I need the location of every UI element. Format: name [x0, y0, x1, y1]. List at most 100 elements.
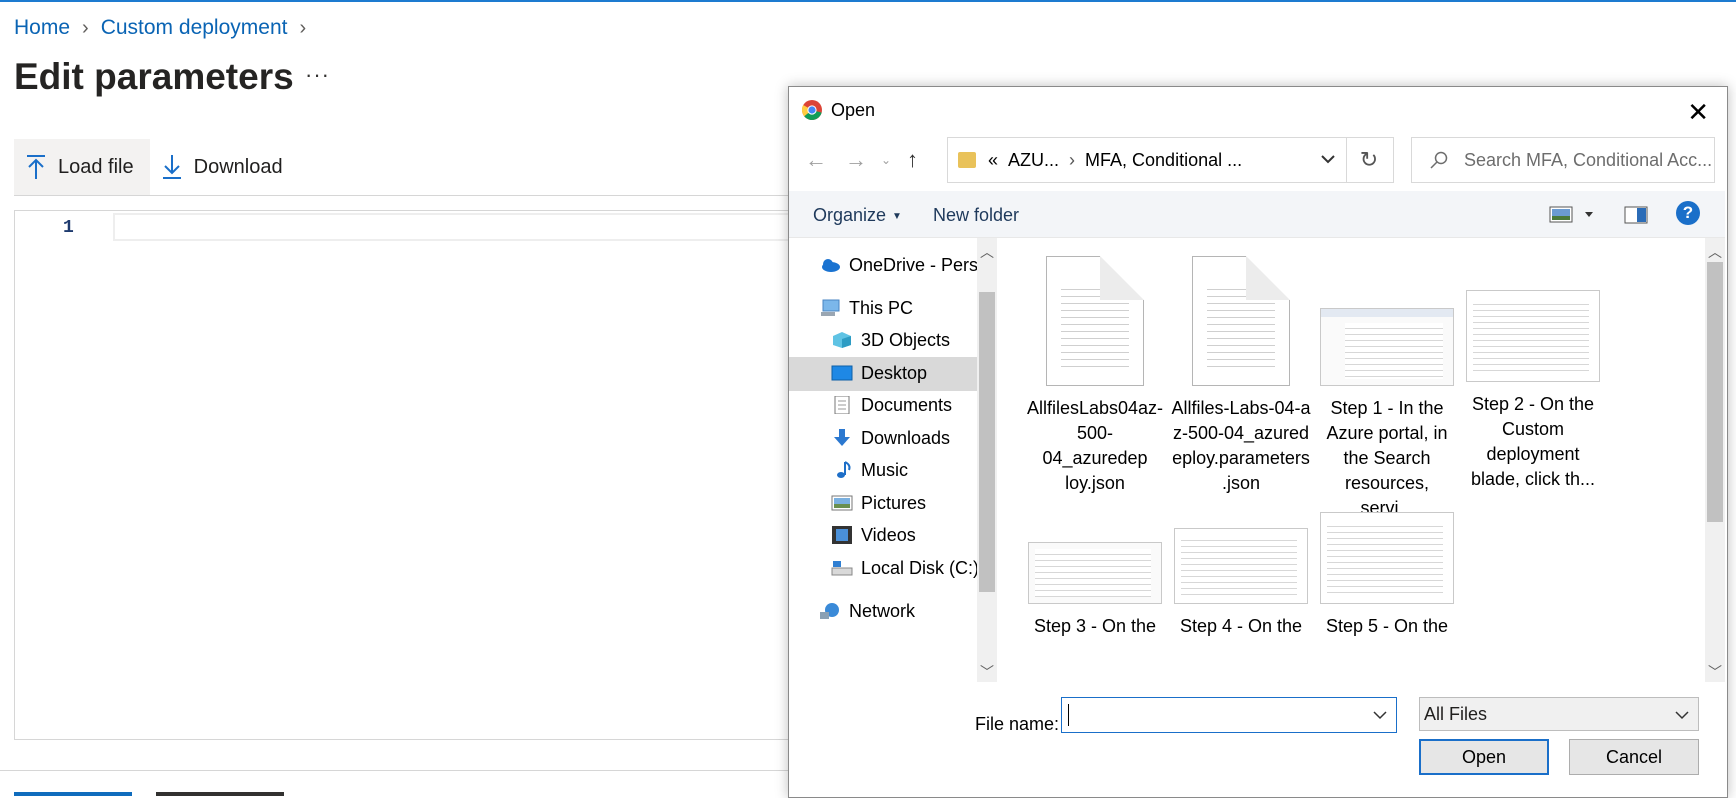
music-icon: [837, 461, 851, 478]
3d-objects-icon: [833, 332, 851, 348]
scroll-up-icon[interactable]: ︿: [980, 242, 994, 262]
preview-pane-icon[interactable]: [1624, 205, 1648, 225]
open-file-dialog: Open ✕ ← → ⌄ ↑ « AZU... › MFA, Condition…: [788, 86, 1728, 798]
chevron-down-icon[interactable]: [1372, 704, 1388, 726]
chevron-right-icon: ›: [82, 16, 89, 39]
file-scroll-thumb[interactable]: [1707, 262, 1723, 522]
chevron-right-icon: ›: [299, 16, 307, 39]
toolbar-divider: [14, 195, 804, 196]
file-name: Step 4 - On the: [1179, 616, 1303, 636]
scroll-down-icon[interactable]: ﹀: [980, 662, 994, 682]
nav-item-network[interactable]: Network: [819, 595, 915, 627]
file-name-input[interactable]: [1061, 697, 1397, 733]
download-arrow-icon: [162, 155, 181, 179]
forward-arrow-icon[interactable]: →: [845, 147, 867, 173]
up-arrow-icon[interactable]: ↑: [907, 147, 918, 173]
load-file-button[interactable]: Load file: [14, 139, 150, 195]
nav-scroll-thumb[interactable]: [979, 292, 995, 592]
file-name-label: File name:: [975, 714, 1060, 734]
file-type-select[interactable]: All Files: [1419, 697, 1699, 731]
refresh-button[interactable]: ↻: [1345, 137, 1394, 183]
computer-icon: [821, 299, 840, 316]
back-arrow-icon[interactable]: ←: [805, 147, 827, 173]
nav-item-onedrive[interactable]: OneDrive - Person: [819, 249, 997, 281]
search-icon: [1430, 151, 1448, 169]
address-segment-mfa[interactable]: MFA, Conditional ...: [1085, 150, 1242, 171]
navigation-pane: OneDrive - Person This PC 3D Objects Des…: [789, 238, 997, 682]
videos-icon: [832, 526, 852, 544]
documents-icon: [834, 396, 850, 414]
file-item[interactable]: Allfiles-Labs-04-a z-500-04_azured eploy.p…: [1171, 256, 1311, 496]
nav-item-3d-objects[interactable]: 3D Objects: [831, 324, 950, 356]
search-placeholder: Search MFA, Conditional Acc...: [1464, 149, 1713, 170]
new-folder-button[interactable]: New folder: [933, 205, 1019, 226]
desktop-icon: [831, 365, 853, 381]
nav-item-desktop[interactable]: Desktop: [831, 357, 927, 389]
file-list: AllfilesLabs04az- 500-04_azuredep loy.json…: [1003, 238, 1603, 682]
chevron-down-icon[interactable]: [1320, 148, 1336, 170]
file-name: Step 5 - On the: [1325, 616, 1449, 636]
file-item[interactable]: Step 2 - On the Custom deployment blade, cl…: [1463, 256, 1603, 492]
close-icon[interactable]: ✕: [1687, 97, 1709, 128]
file-list-scrollbar[interactable]: ︿ ﹀: [1705, 238, 1725, 682]
refresh-icon: ↻: [1359, 147, 1379, 172]
address-prefix: «: [988, 149, 999, 170]
file-name: Step 1 - In the Azure portal, in the Searc…: [1326, 398, 1448, 518]
recent-locations-icon[interactable]: ⌄: [881, 153, 891, 167]
nav-item-this-pc[interactable]: This PC: [819, 292, 913, 324]
open-button[interactable]: Open: [1419, 739, 1549, 775]
breadcrumb: Home › Custom deployment ›: [14, 16, 318, 40]
file-item[interactable]: Step 4 - On the: [1171, 512, 1311, 639]
image-thumbnail: [1174, 528, 1308, 604]
file-item[interactable]: AllfilesLabs04az- 500-04_azuredep loy.json: [1025, 256, 1165, 496]
text-cursor: [1068, 704, 1069, 726]
address-bar[interactable]: « AZU... › MFA, Conditional ...: [947, 137, 1347, 183]
json-file-icon: [1046, 256, 1144, 386]
help-icon[interactable]: ?: [1676, 201, 1700, 225]
image-thumbnail: [1320, 308, 1454, 386]
json-file-icon: [1192, 256, 1290, 386]
scroll-up-icon[interactable]: ︿: [1708, 242, 1722, 262]
file-name: Step 2 - On the Custom deployment blade, cl…: [1470, 394, 1596, 489]
onedrive-icon: [822, 259, 840, 272]
nav-item-local-disk[interactable]: Local Disk (C:): [831, 552, 979, 584]
page-title: Edit parameters: [14, 56, 294, 97]
chevron-right-icon: ›: [1069, 149, 1076, 170]
more-options-button[interactable]: ···: [305, 62, 330, 88]
nav-item-documents[interactable]: Documents: [831, 389, 952, 421]
address-segment-azu[interactable]: AZU...: [1008, 150, 1059, 171]
save-button-edge[interactable]: [14, 792, 132, 796]
download-label: Download: [193, 155, 283, 178]
discard-button-edge[interactable]: [156, 792, 284, 796]
command-bar: Organize ▼ New folder ?: [789, 191, 1725, 238]
chevron-down-icon: [1675, 711, 1689, 720]
upload-arrow-icon: [27, 155, 45, 179]
image-thumbnail: [1320, 512, 1454, 604]
organize-menu[interactable]: Organize ▼: [813, 205, 902, 226]
download-button[interactable]: Download: [150, 139, 299, 195]
file-name: Step 3 - On the: [1033, 616, 1157, 636]
file-item[interactable]: Step 3 - On the: [1025, 512, 1165, 639]
footer-divider: [0, 770, 790, 771]
cancel-button[interactable]: Cancel: [1569, 739, 1699, 775]
network-icon: [820, 603, 839, 619]
search-input[interactable]: Search MFA, Conditional Acc...: [1411, 137, 1715, 183]
hard-drive-icon: [831, 561, 853, 576]
change-view-icon[interactable]: [1549, 205, 1601, 225]
scroll-down-icon[interactable]: ﹀: [1708, 662, 1722, 682]
breadcrumb-home[interactable]: Home: [14, 16, 70, 40]
nav-item-pictures[interactable]: Pictures: [831, 487, 926, 519]
breadcrumb-custom-deployment[interactable]: Custom deployment: [101, 16, 288, 40]
nav-pane-scrollbar[interactable]: ︿ ﹀: [977, 238, 997, 682]
file-item[interactable]: Step 1 - In the Azure portal, in the Searc…: [1317, 256, 1457, 521]
nav-item-videos[interactable]: Videos: [831, 519, 916, 551]
file-name: AllfilesLabs04az- 500-04_azuredep loy.json: [1026, 398, 1164, 493]
current-line-highlight: [113, 213, 817, 241]
file-item[interactable]: Step 5 - On the: [1317, 512, 1457, 639]
image-thumbnail: [1466, 290, 1600, 382]
nav-item-downloads[interactable]: Downloads: [831, 422, 950, 454]
toolbar: Load file Download: [14, 139, 299, 195]
nav-item-music[interactable]: Music: [831, 454, 908, 486]
code-editor[interactable]: 1: [14, 210, 817, 740]
folder-icon: [958, 152, 976, 168]
